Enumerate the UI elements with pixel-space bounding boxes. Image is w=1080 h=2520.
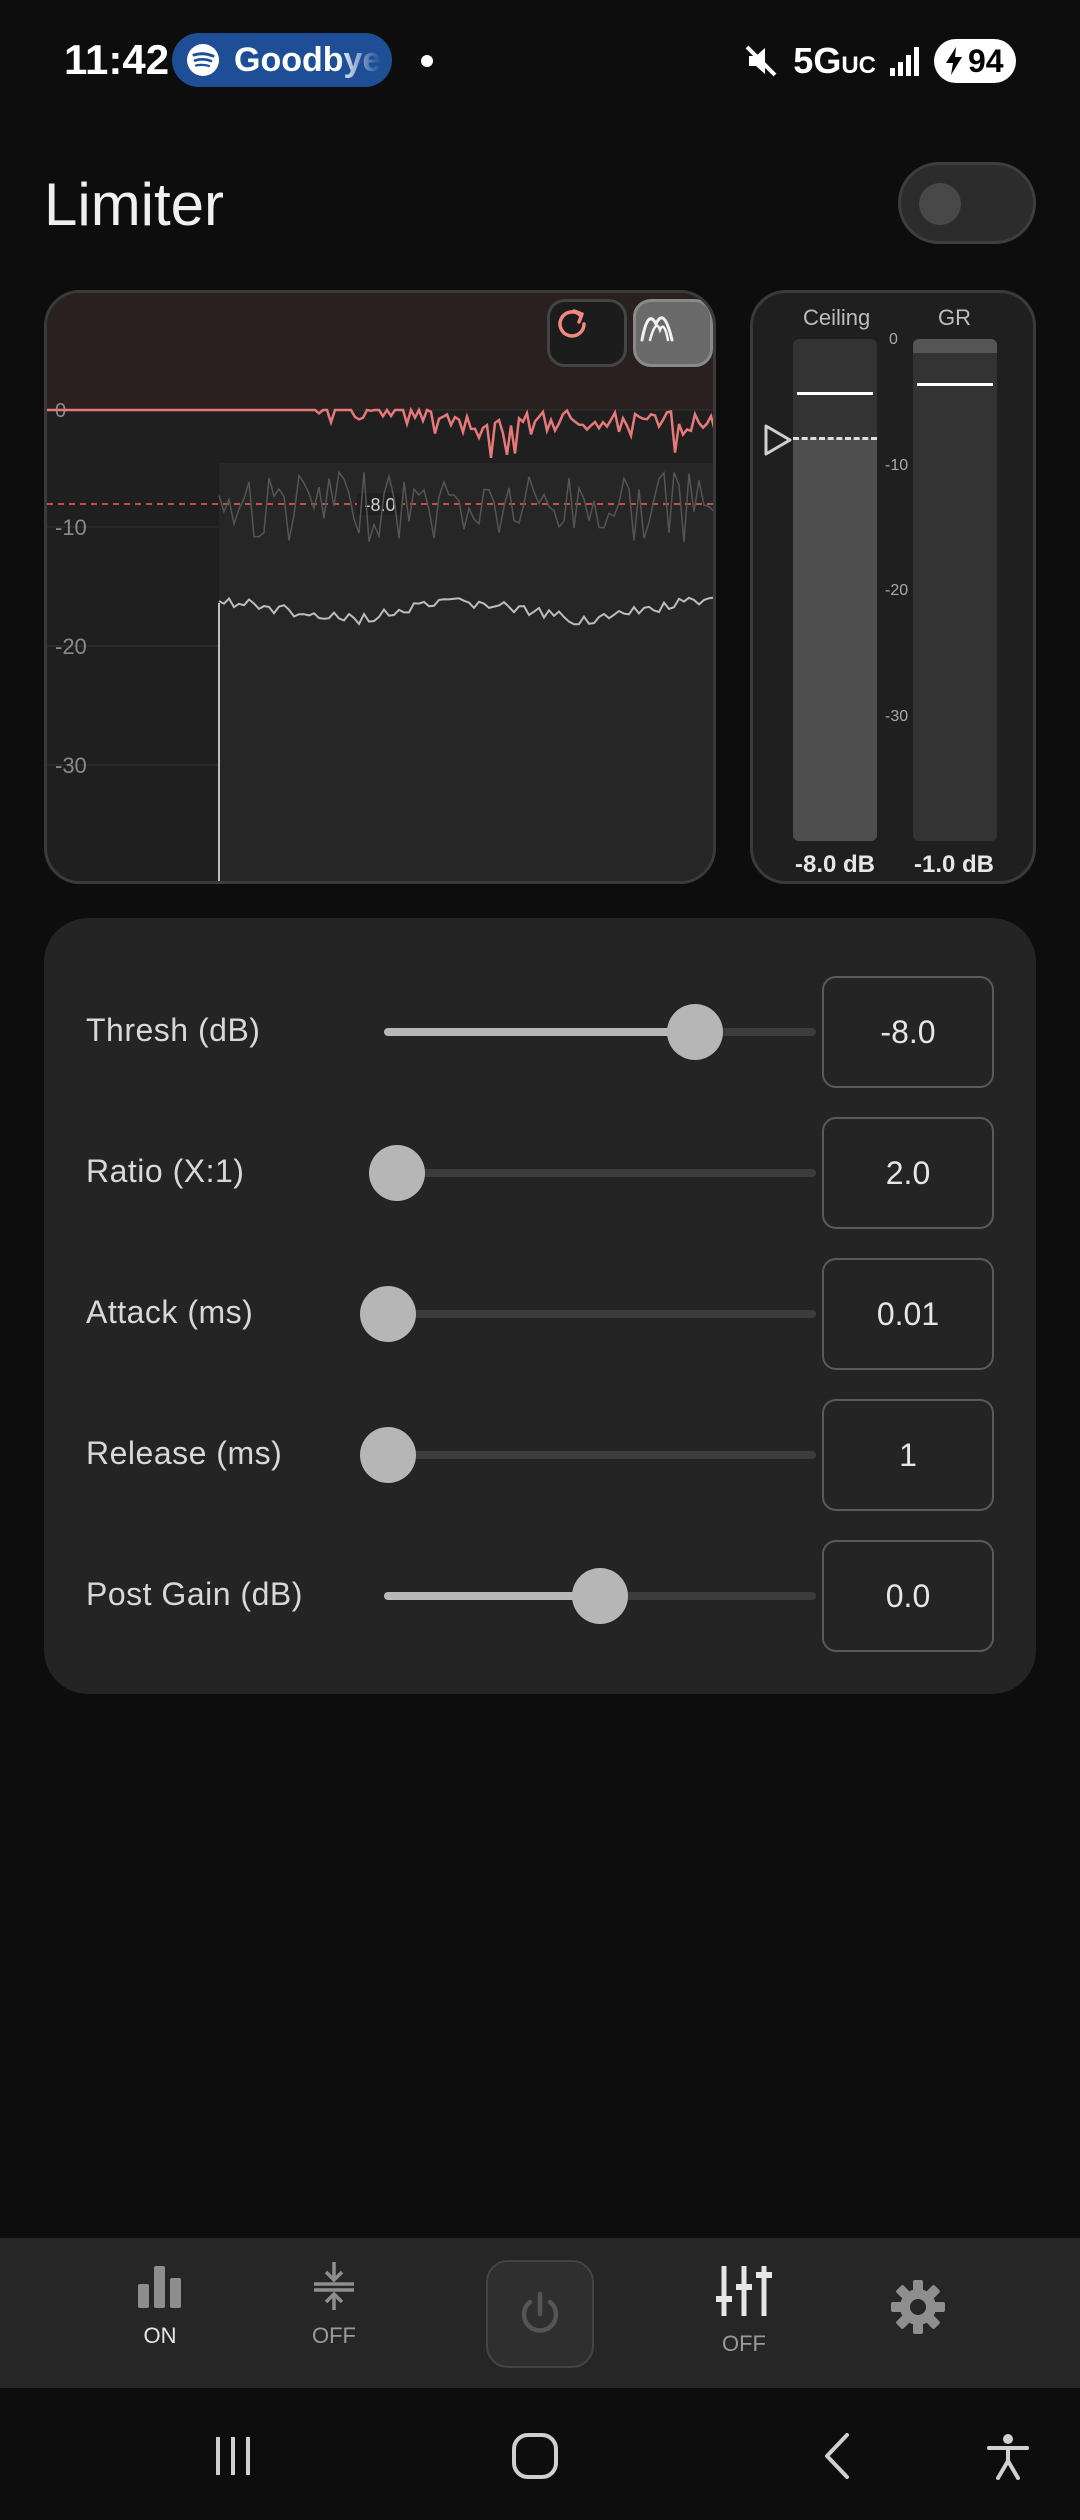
waveform-peaks-icon [640, 316, 674, 342]
threshold-label: -8.0 [364, 495, 395, 515]
toggle-knob [919, 183, 961, 225]
meter-tick-30: -30 [885, 708, 909, 725]
ratio-value-field[interactable]: 2.0 [822, 1117, 994, 1229]
compress-arrows-icon [314, 2262, 354, 2310]
nav-compressor-label: OFF [312, 2323, 356, 2348]
bar-chart-icon [138, 2266, 181, 2308]
page-title: Limiter [44, 171, 225, 238]
ceiling-value: -8.0 dB [795, 851, 876, 878]
signal-icon [890, 47, 919, 76]
attack-row: Attack (ms) 0.01 [44, 1258, 1036, 1370]
graph-mode-button[interactable] [633, 299, 713, 367]
nav-mixer[interactable]: OFF [684, 2260, 804, 2357]
attack-slider[interactable] [360, 1286, 816, 1342]
ceiling-meter-fill [793, 439, 877, 841]
limiter-controls: Thresh (dB) -8.0 Ratio (X:1) 2.0 Attack … [44, 918, 1036, 1694]
axis-label-30: -30 [55, 753, 87, 778]
ceiling-drag-handle-icon[interactable] [763, 423, 793, 457]
level-meters: Ceiling GR 0 -10 -20 -30 -8.0 dB -1.0 dB [750, 290, 1036, 884]
nav-equalizer-label: ON [143, 2323, 177, 2348]
slider-thumb[interactable] [368, 1145, 425, 1201]
back-button[interactable] [798, 2416, 878, 2496]
post-gain-slider[interactable] [384, 1568, 816, 1624]
battery-indicator: 94 [934, 39, 1016, 83]
battery-level: 94 [968, 42, 1004, 79]
attack-value-field[interactable]: 0.01 [822, 1258, 994, 1370]
notification-dot [421, 55, 433, 67]
charging-bolt-icon [946, 47, 962, 75]
recent-apps-button[interactable] [193, 2416, 273, 2496]
ceiling-meter[interactable] [793, 339, 877, 841]
input-level-area [219, 463, 713, 881]
meter-tick-0: 0 [889, 331, 898, 348]
ceiling-threshold-marker [793, 437, 877, 440]
slider-thumb[interactable] [572, 1568, 628, 1624]
post-gain-row: Post Gain (dB) 0.0 [44, 1540, 1036, 1652]
nav-equalizer[interactable]: ON [100, 2260, 220, 2349]
system-navigation [0, 2388, 1080, 2520]
slider-track [384, 1451, 816, 1459]
power-icon [521, 2291, 559, 2333]
ceiling-peak-marker [797, 392, 873, 395]
axis-label-10: -10 [55, 515, 87, 540]
gr-meter-label: GR [938, 305, 971, 330]
power-button[interactable] [486, 2260, 594, 2368]
meter-tick-10: -10 [885, 457, 909, 474]
media-title: Goodbye [234, 40, 382, 79]
release-value-field[interactable]: 1 [822, 1399, 994, 1511]
slider-thumb[interactable] [360, 1427, 417, 1483]
gr-value: -1.0 dB [914, 851, 995, 878]
slider-thumb[interactable] [360, 1286, 417, 1342]
network-type: 5GUC [793, 40, 876, 81]
accessibility-icon [987, 2434, 1029, 2480]
gear-icon [891, 2280, 945, 2334]
sliders-icon [716, 2266, 772, 2316]
release-label: Release (ms) [86, 1435, 283, 1471]
home-icon [512, 2433, 558, 2479]
nav-settings[interactable] [858, 2278, 978, 2341]
mute-icon [745, 45, 777, 77]
home-button[interactable] [495, 2416, 575, 2496]
limiter-graph: 0 -10 -20 -30 -8.0 [44, 290, 716, 884]
slider-fill [384, 1592, 600, 1600]
recent-apps-icon [216, 2437, 250, 2475]
nav-mixer-label: OFF [722, 2331, 766, 2356]
threshold-label: Thresh (dB) [86, 1012, 261, 1048]
axis-label-20: -20 [55, 634, 87, 659]
gr-meter-fill [913, 339, 997, 353]
slider-thumb[interactable] [667, 1004, 724, 1060]
threshold-row: Thresh (dB) -8.0 [44, 976, 1036, 1088]
media-chip[interactable]: Goodbye [172, 33, 392, 87]
status-time: 11:42 [64, 36, 170, 83]
release-slider[interactable] [360, 1427, 816, 1483]
reset-graph-button[interactable] [547, 299, 627, 367]
slider-track [384, 1169, 816, 1177]
nav-compressor[interactable]: OFF [274, 2260, 394, 2349]
back-icon [825, 2433, 849, 2479]
threshold-slider[interactable] [384, 1004, 816, 1060]
threshold-value-field[interactable]: -8.0 [822, 976, 994, 1088]
release-row: Release (ms) 1 [44, 1399, 1036, 1511]
status-bar: 11:42 Goodbye 5GUC 94 [0, 0, 1080, 120]
meter-tick-20: -20 [885, 582, 909, 599]
ceiling-meter-label: Ceiling [803, 305, 871, 330]
ratio-slider[interactable] [368, 1145, 816, 1201]
accessibility-button[interactable] [968, 2416, 1048, 2496]
limiter-enable-toggle[interactable] [898, 162, 1036, 244]
ratio-label: Ratio (X:1) [86, 1153, 245, 1189]
status-icons: 5GUC 94 [741, 36, 1016, 86]
attack-label: Attack (ms) [86, 1294, 254, 1330]
ratio-row: Ratio (X:1) 2.0 [44, 1117, 1036, 1229]
gain-reduction-trace [47, 406, 713, 458]
post-gain-value-field[interactable]: 0.0 [822, 1540, 994, 1652]
bottom-navigation: ON OFF OFF [0, 2238, 1080, 2388]
post-gain-label: Post Gain (dB) [86, 1576, 303, 1612]
gr-peak-marker [917, 383, 993, 386]
slider-track [384, 1310, 816, 1318]
graph-canvas: 0 -10 -20 -30 -8.0 [47, 293, 713, 881]
gr-meter [913, 339, 997, 841]
slider-fill [384, 1028, 696, 1036]
refresh-icon [558, 309, 586, 338]
spotify-icon [187, 44, 219, 76]
